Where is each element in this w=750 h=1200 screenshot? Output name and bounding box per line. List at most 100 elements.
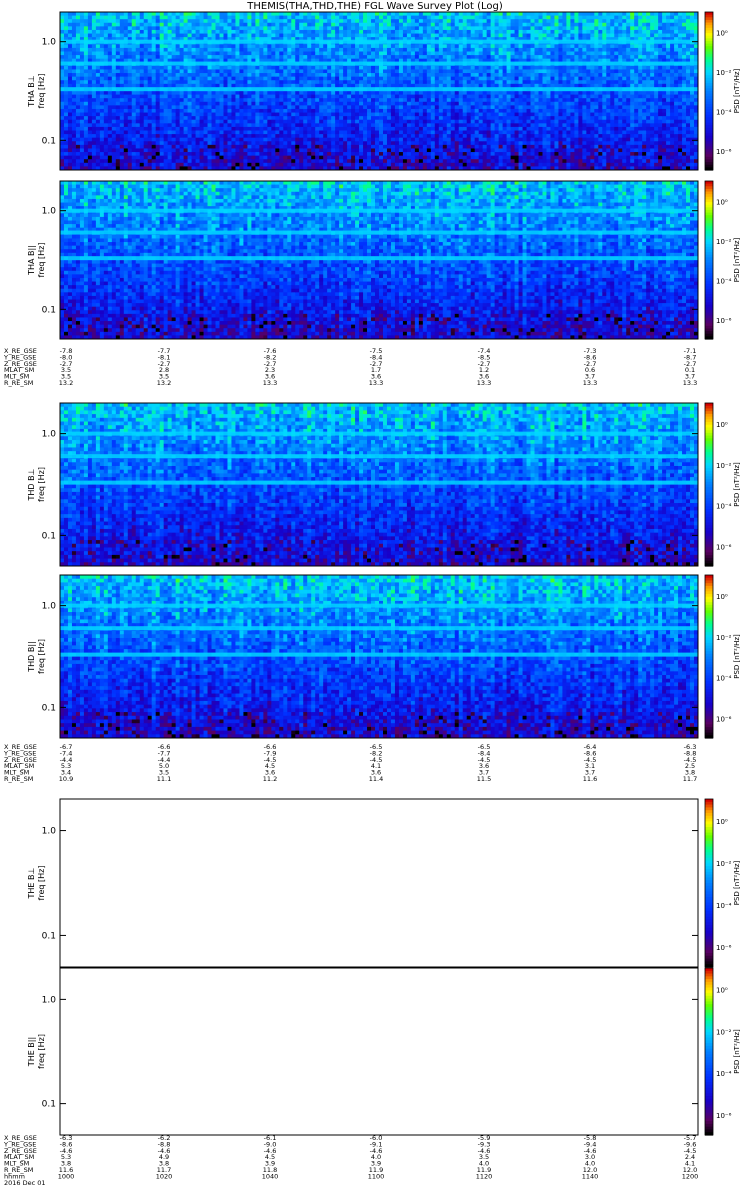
spectrogram-cell (414, 159, 420, 164)
spectrogram-cell (375, 19, 380, 24)
spectrogram-cell (271, 91, 276, 96)
spectrogram-cell (199, 44, 205, 49)
spectrogram-cell (207, 33, 213, 38)
spectrogram-cell (187, 22, 193, 27)
spectrogram-cell (231, 33, 236, 38)
spectrogram-cell (147, 47, 153, 52)
spectrogram-cell (247, 33, 252, 38)
spectrogram-cell (450, 80, 456, 85)
spectrogram-cell (107, 26, 113, 31)
spectrogram-cell (87, 98, 93, 103)
spectrogram-cell (227, 101, 232, 106)
spectrogram-cell (143, 73, 149, 78)
spectrogram-cell (462, 65, 468, 70)
spectrogram-cell (410, 152, 416, 157)
spectrogram-cell (390, 134, 396, 139)
spectrogram-cell (470, 55, 476, 60)
spectrogram-cell (502, 105, 508, 110)
spectrogram-cell (494, 51, 500, 56)
spectrogram-cell (299, 22, 304, 27)
spectrogram-cell (111, 152, 117, 157)
spectrogram-cell (87, 148, 93, 153)
spectrogram-cell (147, 108, 153, 114)
spectrogram-cell (343, 123, 348, 128)
spectrogram-cell (223, 123, 228, 128)
spectrogram-cell (279, 29, 284, 35)
spectrogram-cell (355, 134, 360, 139)
spectrogram-cell (466, 137, 472, 142)
spectrogram-cell (458, 148, 464, 153)
spectrogram-cell (283, 112, 288, 117)
spectrogram-cell (223, 144, 228, 149)
spectrogram-cell (331, 29, 336, 35)
spectrogram-cell (323, 134, 328, 139)
spectrogram-cell (446, 141, 452, 146)
spectrogram-cell (446, 76, 452, 81)
spectrogram-cell (386, 162, 392, 167)
spectrogram-cell (418, 94, 424, 99)
spectrogram-cell (151, 51, 157, 56)
spectrogram-cell (382, 98, 388, 103)
spectrogram-cell (191, 33, 197, 38)
spectrogram-cell (462, 162, 468, 167)
spectrogram-cell (111, 98, 117, 103)
spectrogram-cell (251, 159, 256, 164)
spectrogram-cell (211, 44, 217, 49)
spectrogram-cell (418, 26, 424, 31)
spectrogram-cell (75, 105, 81, 110)
spectrogram-cell (183, 33, 189, 38)
spectrogram-cell (283, 94, 288, 99)
spectrogram-cell (203, 144, 209, 149)
spectrogram-cell (143, 80, 149, 85)
spectrogram-cell (231, 51, 236, 56)
spectrogram-cell (67, 65, 73, 70)
spectrogram-cell (379, 105, 384, 110)
spectrogram-cell (335, 65, 340, 70)
spectrogram-cell (71, 162, 77, 167)
spectrogram-cell (474, 44, 480, 49)
spectrogram-cell (406, 51, 412, 56)
spectrogram-cell (279, 116, 284, 121)
spectrogram-cell (446, 22, 452, 27)
spectrogram-cell (247, 162, 252, 167)
spectrogram-cell (83, 137, 89, 142)
spectrogram-cell (398, 159, 404, 164)
spectrogram-cell (303, 94, 308, 99)
spectrogram-cell (458, 29, 464, 35)
spectrogram-cell (219, 116, 224, 121)
spectrogram-cell (446, 108, 452, 114)
spectrogram-cell (251, 130, 256, 135)
spectrogram-cell (482, 108, 488, 114)
spectrogram-cell (279, 33, 284, 38)
spectrogram-cell (171, 130, 177, 135)
spectrogram-cell (386, 55, 392, 60)
spectrogram-cell (510, 22, 516, 27)
spectrogram-cell (115, 19, 121, 24)
spectrogram-cell (410, 162, 416, 167)
spectrogram-cell (454, 98, 460, 103)
spectrogram-cell (454, 144, 460, 149)
spectrogram-cell (187, 65, 193, 70)
spectrogram-cell (430, 148, 436, 153)
spectrogram-cell (474, 69, 480, 74)
spectrogram-cell (426, 126, 432, 131)
spectrogram-cell (450, 155, 456, 160)
spectrogram-cell (167, 144, 173, 149)
spectrogram-cell (67, 105, 73, 110)
spectrogram-cell (199, 76, 205, 81)
spectrogram-cell (414, 47, 420, 52)
spectrogram-cell (235, 119, 240, 124)
spectrogram-cell (303, 55, 308, 60)
spectrogram-cell (107, 12, 113, 17)
spectrogram-cell (131, 108, 137, 114)
spectrogram-cell (171, 69, 177, 74)
spectrogram-cell (227, 144, 232, 149)
spectrogram-cell (382, 134, 388, 139)
spectrogram-cell (143, 116, 149, 121)
spectrogram-cell (259, 126, 264, 131)
spectrogram-cell (95, 116, 101, 121)
spectrogram-cell (331, 101, 336, 106)
spectrogram-cell (103, 108, 109, 114)
spectrogram-cell (462, 105, 468, 110)
spectrogram-cell (63, 152, 69, 157)
